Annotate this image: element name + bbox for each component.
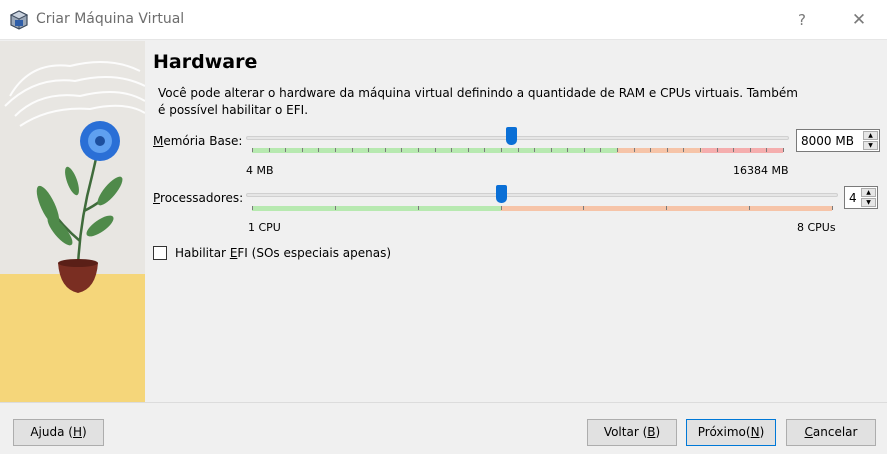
memory-min-label: 4 MB xyxy=(246,164,274,177)
virtualbox-icon xyxy=(9,10,29,30)
processors-spinbox[interactable]: 4 ▲ ▼ xyxy=(844,186,878,209)
memory-value[interactable]: 8000 MB xyxy=(801,134,854,148)
slider-tick xyxy=(417,206,419,210)
page-title: Hardware xyxy=(153,51,258,73)
slider-tick xyxy=(252,148,253,152)
slider-tick xyxy=(334,206,336,210)
slider-tick xyxy=(633,148,635,152)
slider-tick xyxy=(252,206,253,210)
slider-tick xyxy=(301,148,303,152)
processors-down-arrow-icon[interactable]: ▼ xyxy=(861,198,876,207)
slider-tick xyxy=(451,148,453,152)
slider-tick xyxy=(500,148,502,152)
efi-label[interactable]: Habilitar EFI (SOs especiais apenas) xyxy=(175,246,391,260)
slider-tick xyxy=(766,148,768,152)
efi-checkbox[interactable] xyxy=(153,246,167,260)
slider-tick xyxy=(600,148,602,152)
slider-tick xyxy=(484,148,486,152)
slider-tick xyxy=(683,148,685,152)
title-bar: Criar Máquina Virtual ? ✕ xyxy=(0,0,887,40)
memory-slider-thumb[interactable] xyxy=(506,127,518,145)
slider-tick xyxy=(534,148,536,152)
processors-zone-ok xyxy=(252,206,501,211)
memory-slider-track[interactable] xyxy=(246,136,789,140)
slider-tick xyxy=(384,148,386,152)
slider-tick xyxy=(467,148,469,152)
content-panel: Hardware Você pode alterar o hardware da… xyxy=(145,41,887,402)
slider-tick xyxy=(832,206,833,210)
processors-slider-track[interactable] xyxy=(246,193,838,197)
slider-tick xyxy=(368,148,370,152)
memory-zone-danger xyxy=(702,148,783,153)
help-button[interactable]: Ajuda (H) xyxy=(13,419,104,446)
slider-tick xyxy=(268,148,270,152)
processors-value[interactable]: 4 xyxy=(849,191,857,205)
slider-tick xyxy=(351,148,353,152)
memory-down-arrow-icon[interactable]: ▼ xyxy=(863,141,878,150)
memory-max-label: 16384 MB xyxy=(733,164,789,177)
processors-label: Processadores: xyxy=(153,191,244,205)
slider-tick xyxy=(716,148,718,152)
memory-up-arrow-icon[interactable]: ▲ xyxy=(863,131,878,140)
slider-tick xyxy=(500,206,502,210)
wizard-illustration xyxy=(0,41,145,402)
close-button[interactable]: ✕ xyxy=(847,8,871,32)
processors-slider-thumb[interactable] xyxy=(495,185,507,203)
slider-tick xyxy=(583,148,585,152)
button-bar: Ajuda (H) Voltar (B) Próximo(N) Cancelar xyxy=(0,402,887,454)
slider-tick xyxy=(517,148,519,152)
cancel-button[interactable]: Cancelar xyxy=(786,419,876,446)
slider-tick xyxy=(666,148,668,152)
help-title-button[interactable]: ? xyxy=(790,8,814,32)
slider-tick xyxy=(334,148,336,152)
memory-zone-warn xyxy=(617,148,702,153)
slider-tick xyxy=(567,148,569,152)
slider-tick xyxy=(401,148,403,152)
slider-tick xyxy=(617,148,619,152)
slider-tick xyxy=(285,148,287,152)
slider-tick xyxy=(666,206,668,210)
slider-tick xyxy=(318,148,320,152)
memory-label: Memória Base: xyxy=(153,134,243,148)
slider-tick xyxy=(434,148,436,152)
slider-tick xyxy=(749,206,751,210)
back-button[interactable]: Voltar (B) xyxy=(587,419,677,446)
processors-min-label: 1 CPU xyxy=(248,221,281,234)
processors-max-label: 8 CPUs xyxy=(797,221,836,234)
slider-tick xyxy=(550,148,552,152)
next-button[interactable]: Próximo(N) xyxy=(686,419,776,446)
memory-spinbox[interactable]: 8000 MB ▲ ▼ xyxy=(796,129,880,152)
window-title: Criar Máquina Virtual xyxy=(36,11,185,27)
slider-tick xyxy=(417,148,419,152)
slider-tick xyxy=(783,148,784,152)
page-description: Você pode alterar o hardware da máquina … xyxy=(158,86,798,117)
slider-tick xyxy=(733,148,735,152)
processors-up-arrow-icon[interactable]: ▲ xyxy=(861,188,876,197)
slider-tick xyxy=(650,148,652,152)
slider-tick xyxy=(700,148,702,152)
slider-tick xyxy=(583,206,585,210)
slider-tick xyxy=(749,148,751,152)
